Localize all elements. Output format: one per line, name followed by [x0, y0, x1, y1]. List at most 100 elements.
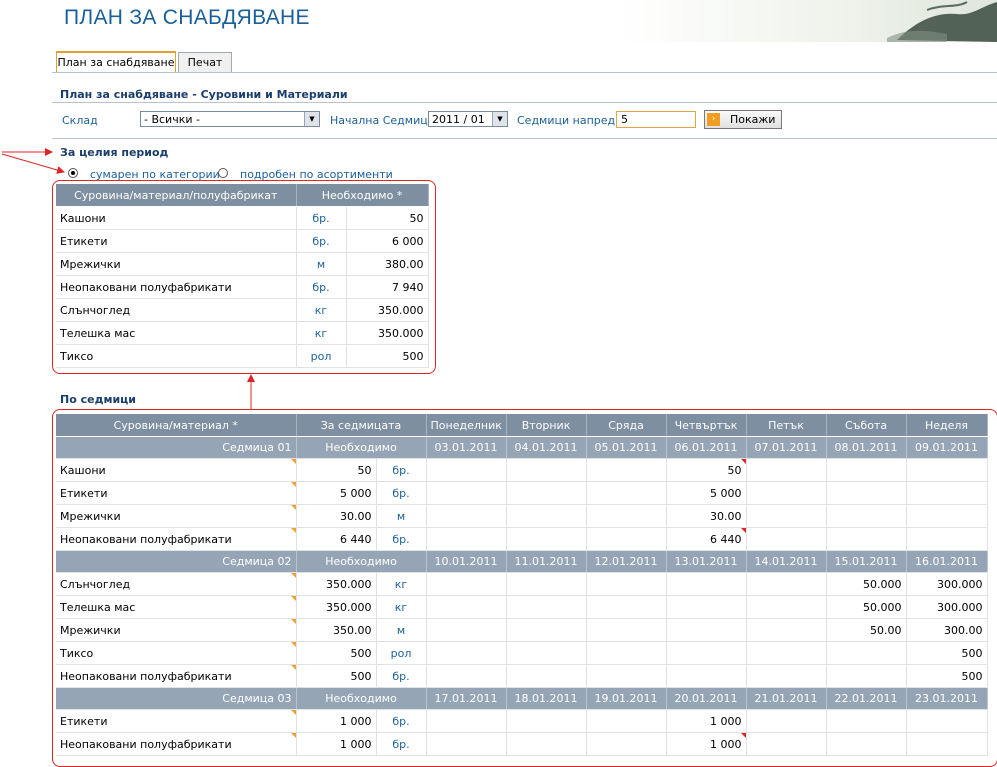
unit-cell: рол: [296, 344, 347, 368]
day-quantity: [506, 572, 587, 596]
day-quantity: [426, 732, 507, 756]
day-quantity: [586, 641, 667, 665]
summary-header-needed[interactable]: Необходимо *: [296, 184, 429, 207]
weekly-row: Слънчоглед 350.000 кг 50.000 300.000: [56, 572, 988, 596]
weekly-row: Мрежички 30.00 м 30.00: [56, 504, 988, 528]
unit-cell: кг: [376, 572, 427, 596]
day-quantity: [906, 458, 988, 482]
comment-marker-icon[interactable]: [740, 528, 746, 533]
chevron-down-icon[interactable]: ▼: [304, 112, 319, 126]
summary-row: Кашони бр. 50: [56, 206, 429, 230]
comment-marker-icon[interactable]: [290, 528, 295, 533]
day-quantity-text: 300.000: [937, 577, 983, 591]
day-quantity: [426, 618, 507, 642]
day-quantity-text: 50: [727, 463, 742, 477]
material-name[interactable]: Тиксо: [56, 641, 297, 665]
week-quantity: 1 000: [296, 732, 377, 756]
day-quantity-text: 5 000: [710, 486, 742, 500]
date-cell: 08.01.2011: [826, 436, 907, 459]
day-quantity: [426, 481, 507, 505]
material-name-text: Мрежички: [60, 509, 121, 523]
date-cell: 20.01.2011: [666, 687, 747, 710]
material-name[interactable]: Мрежички: [56, 618, 297, 642]
weekly-header-material[interactable]: Суровина/материал *: [56, 414, 297, 437]
weekly-header-wednesday[interactable]: Сряда: [586, 414, 667, 437]
material-name[interactable]: Телешка мас: [56, 595, 297, 619]
material-name[interactable]: Неопаковани полуфабрикати: [56, 732, 297, 756]
material-name[interactable]: Етикети: [56, 481, 297, 505]
weekly-header-week[interactable]: За седмицата: [296, 414, 427, 437]
weekly-row: Мрежички 350.00 м 50.00 300.00: [56, 618, 988, 642]
material-name: Неопаковани полуфабрикати: [56, 275, 297, 299]
material-name[interactable]: Етикети: [56, 709, 297, 733]
weekly-header-monday[interactable]: Понеделник: [426, 414, 507, 437]
weekly-header-saturday[interactable]: Събота: [826, 414, 907, 437]
day-quantity-text: 300.00: [944, 623, 983, 637]
day-quantity: [666, 618, 747, 642]
week-quantity: 1 000: [296, 709, 377, 733]
weekly-header-thursday[interactable]: Четвъртък: [666, 414, 747, 437]
comment-marker-icon[interactable]: [290, 505, 295, 510]
day-quantity: [586, 527, 667, 551]
comment-marker-icon[interactable]: [290, 710, 295, 715]
summary-table-body: Кашони бр. 50 Етикети бр. 6 000 Мрежички м 380.0…: [56, 206, 429, 368]
radio-summary[interactable]: [68, 168, 78, 178]
weekly-header-sunday[interactable]: Неделя: [906, 414, 988, 437]
comment-marker-icon[interactable]: [290, 482, 295, 487]
day-quantity: [906, 527, 988, 551]
material-name: Слънчоглед: [56, 298, 297, 322]
comment-marker-icon[interactable]: [290, 459, 295, 464]
day-quantity: [826, 504, 907, 528]
day-quantity: [506, 664, 587, 688]
comment-marker-icon[interactable]: [290, 619, 295, 624]
summary-header-material[interactable]: Суровина/материал/полуфабрикат: [56, 184, 297, 207]
comment-marker-icon[interactable]: [290, 665, 295, 670]
comment-marker-icon[interactable]: [290, 642, 295, 647]
start-week-select[interactable]: 2011 / 01 ▼: [428, 111, 508, 127]
comment-marker-icon[interactable]: [740, 733, 746, 738]
material-name[interactable]: Слънчоглед: [56, 572, 297, 596]
comment-marker-icon[interactable]: [290, 573, 295, 578]
chevron-down-icon[interactable]: ▼: [492, 112, 507, 126]
tab-supply-plan[interactable]: План за снабдяване: [56, 51, 176, 72]
week-quantity: 6 440: [296, 527, 377, 551]
day-quantity: [906, 732, 988, 756]
day-quantity: [746, 664, 827, 688]
comment-marker-icon[interactable]: [290, 596, 295, 601]
material-name: Мрежички: [56, 252, 297, 276]
material-name[interactable]: Кашони: [56, 458, 297, 482]
material-name[interactable]: Неопаковани полуфабрикати: [56, 664, 297, 688]
day-quantity-text: 50.00: [870, 623, 902, 637]
tab-print[interactable]: Печат: [178, 52, 232, 72]
week-needed-label: Необходимо: [296, 687, 427, 710]
radio-detail[interactable]: [218, 168, 228, 178]
weekly-row: Етикети 5 000 бр. 5 000: [56, 481, 988, 505]
day-quantity: [746, 732, 827, 756]
material-name: Кашони: [56, 206, 297, 230]
unit-cell: м: [296, 252, 347, 276]
date-cell: 19.01.2011: [586, 687, 667, 710]
weeks-ahead-label: Седмици напред: [517, 114, 616, 127]
material-name-text: Неопаковани полуфабрикати: [60, 532, 232, 546]
weeks-ahead-input[interactable]: 5: [616, 111, 696, 128]
week-quantity: 5 000: [296, 481, 377, 505]
material-name[interactable]: Неопаковани полуфабрикати: [56, 527, 297, 551]
week-header-row: Седмица 01 Необходимо 03.01.2011 04.01.2011…: [56, 436, 988, 459]
weekly-header-tuesday[interactable]: Вторник: [506, 414, 587, 437]
day-quantity: 30.00: [666, 504, 747, 528]
day-quantity: [746, 504, 827, 528]
comment-marker-icon[interactable]: [290, 733, 295, 738]
comment-marker-icon[interactable]: [740, 459, 746, 464]
material-name[interactable]: Мрежички: [56, 504, 297, 528]
day-quantity: [746, 709, 827, 733]
warehouse-select[interactable]: - Всички - ▼: [140, 111, 320, 127]
material-name-text: Слънчоглед: [60, 577, 131, 591]
show-button[interactable]: › Покажи: [704, 110, 782, 129]
weekly-row: Етикети 1 000 бр. 1 000: [56, 709, 988, 733]
date-cell: 11.01.2011: [506, 550, 587, 573]
day-quantity: [506, 458, 587, 482]
quantity-cell: 350.000: [346, 321, 429, 345]
unit-cell: рол: [376, 641, 427, 665]
weekly-header-friday[interactable]: Петък: [746, 414, 827, 437]
week-needed-label: Необходимо: [296, 436, 427, 459]
